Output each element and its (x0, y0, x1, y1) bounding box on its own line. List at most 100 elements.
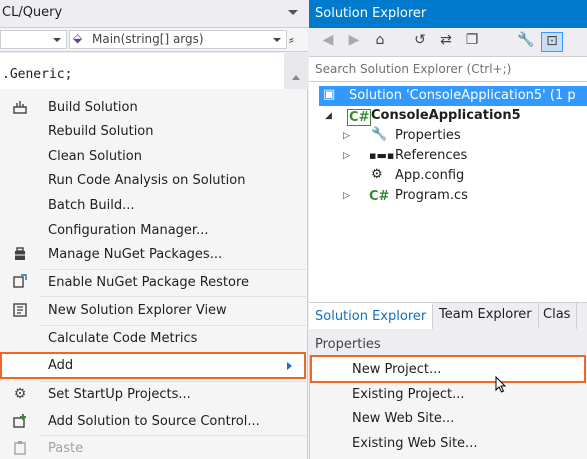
navigation-bar: ⬙ Main(string[] args) ⸗ (0, 28, 308, 52)
menu-item-batch-build[interactable]: Batch Build... (0, 194, 306, 218)
menu-separator (40, 325, 306, 326)
menu-item-label: Enable NuGet Package Restore (48, 275, 250, 290)
solution-context-menu: Build Solution Rebuild Solution Clean So… (0, 89, 308, 459)
menu-item-label: Set StartUp Projects... (48, 387, 191, 402)
new-view-icon (10, 302, 30, 320)
menu-item-label: Add Solution to Source Control... (48, 414, 260, 429)
tree-node-label: ConsoleApplication5 (371, 108, 521, 123)
menu-item-manage-nuget[interactable]: Manage NuGet Packages... (0, 243, 306, 267)
submenu-arrow-icon (287, 362, 292, 370)
references-icon: ▪▬▪ (369, 149, 395, 162)
code-editor[interactable]: .Generic; (0, 53, 308, 89)
wrench-icon: 🔧 (371, 127, 388, 142)
forward-icon[interactable]: ▶ (343, 32, 365, 52)
menu-item-label: Batch Build... (48, 198, 135, 213)
member-dropdown[interactable]: ⬙ Main(string[] args) (69, 30, 287, 49)
collapse-all-icon[interactable]: ❐ (461, 32, 483, 52)
tree-node-solution[interactable]: ▣ Solution 'ConsoleApplication5' (1 p (319, 86, 587, 106)
method-icon: ⬙ (73, 31, 83, 45)
tree-node-app-config[interactable]: ⚙ App.config (309, 166, 587, 186)
submenu-item-label: New Web Site... (352, 411, 455, 426)
editor-tab-title[interactable]: CL/Query (2, 5, 62, 20)
scroll-up-icon[interactable] (292, 75, 300, 80)
tree-node-references[interactable]: ▷ ▪▬▪ References (309, 146, 587, 166)
split-editor-icon[interactable]: ⸗ (289, 31, 294, 48)
properties-icon[interactable]: 🔧 (515, 32, 537, 52)
menu-item-add-source-control[interactable]: Add Solution to Source Control... (0, 410, 306, 434)
menu-item-configuration-manager[interactable]: Configuration Manager... (0, 219, 306, 243)
menu-item-label: Clean Solution (48, 149, 142, 164)
add-submenu: New Project... Existing Project... New W… (309, 355, 587, 459)
menu-item-paste[interactable]: Paste (0, 437, 306, 459)
tree-node-label: References (395, 148, 468, 163)
chevron-down-icon (273, 38, 281, 42)
menu-separator (40, 296, 306, 297)
expand-arrow-icon[interactable]: ▷ (343, 151, 350, 161)
menu-item-label: Build Solution (48, 100, 138, 115)
menu-item-rebuild-solution[interactable]: Rebuild Solution (0, 120, 306, 144)
menu-item-add[interactable]: Add (0, 352, 306, 379)
menu-item-label: Paste (48, 441, 84, 456)
submenu-item-label: Existing Project... (352, 387, 465, 402)
menu-item-enable-nuget-restore[interactable]: Enable NuGet Package Restore (0, 271, 306, 295)
back-icon[interactable]: ◀ (317, 32, 339, 52)
tree-node-label: Solution 'ConsoleApplication5' (1 p (349, 88, 576, 103)
solution-tree: ▣ Solution 'ConsoleApplication5' (1 p ◢ … (309, 82, 587, 302)
tree-node-program-cs[interactable]: ▷ C# Program.cs (309, 186, 587, 206)
editor-tab-strip: CL/Query (0, 0, 308, 28)
solution-explorer-search-input[interactable]: Search Solution Explorer (Ctrl+;) (309, 56, 587, 82)
menu-item-calculate-code-metrics[interactable]: Calculate Code Metrics (0, 327, 306, 351)
menu-item-label: New Solution Explorer View (48, 303, 227, 318)
search-placeholder: Search Solution Explorer (Ctrl+;) (315, 62, 512, 76)
tab-class-view[interactable]: Clas (537, 303, 578, 329)
home-icon[interactable]: ⌂ (369, 32, 391, 52)
menu-separator (40, 269, 306, 270)
menu-item-clean-solution[interactable]: Clean Solution (0, 145, 306, 169)
explorer-tab-strip: Solution Explorer Team Explorer Clas (309, 302, 587, 329)
panel-title: Properties (315, 337, 381, 352)
vertical-scrollbar[interactable] (284, 53, 308, 89)
collapse-arrow-icon[interactable]: ◢ (325, 111, 332, 121)
submenu-item-new-project[interactable]: New Project... (310, 355, 586, 383)
menu-item-build-solution[interactable]: Build Solution (0, 96, 306, 120)
expand-arrow-icon[interactable]: ▷ (343, 191, 350, 201)
menu-item-set-startup-projects[interactable]: ⚙ Set StartUp Projects... (0, 383, 306, 407)
sync-icon[interactable]: ⇄ (435, 32, 457, 52)
solution-explorer-title-bar: Solution Explorer (309, 0, 587, 28)
config-file-icon: ⚙ (371, 167, 383, 182)
csharp-project-icon: C# (347, 109, 372, 126)
member-dropdown-value: Main(string[] args) (92, 32, 204, 46)
tab-team-explorer[interactable]: Team Explorer (433, 303, 539, 329)
tree-node-project[interactable]: ◢ C# ConsoleApplication5 (309, 106, 587, 126)
tree-node-properties[interactable]: ▷ 🔧 Properties (309, 126, 587, 146)
solution-icon: ▣ (323, 87, 336, 102)
type-dropdown[interactable] (0, 30, 67, 49)
menu-separator (40, 435, 306, 436)
show-all-files-icon[interactable]: ⊡ (541, 32, 563, 52)
menu-item-label: Run Code Analysis on Solution (48, 173, 246, 188)
csharp-file-icon: C# (369, 189, 390, 204)
panel-title: Solution Explorer (315, 6, 427, 21)
build-icon (10, 99, 30, 117)
solution-explorer-toolbar: ◀ ▶ ⌂ ↺ ⇄ ❐ 🔧 ⊡ (309, 28, 587, 56)
menu-separator (40, 381, 306, 382)
tab-solution-explorer[interactable]: Solution Explorer (309, 303, 434, 329)
gear-icon: ⚙ (13, 386, 27, 402)
submenu-item-existing-web-site[interactable]: Existing Web Site... (310, 432, 586, 456)
tree-node-label: Program.cs (395, 188, 468, 203)
menu-item-label: Manage NuGet Packages... (48, 247, 223, 262)
nuget-icon (10, 246, 30, 264)
menu-item-run-code-analysis[interactable]: Run Code Analysis on Solution (0, 169, 306, 193)
submenu-item-new-web-site[interactable]: New Web Site... (310, 407, 586, 431)
history-icon[interactable]: ↺ (409, 32, 431, 52)
expand-arrow-icon[interactable]: ▷ (343, 131, 350, 141)
tab-dropdown-icon[interactable] (288, 10, 298, 15)
menu-item-label: Configuration Manager... (48, 223, 209, 238)
menu-item-label: Add (48, 358, 74, 373)
code-line: .Generic; (2, 67, 73, 82)
submenu-item-label: New Project... (352, 362, 442, 377)
menu-item-new-solution-explorer-view[interactable]: New Solution Explorer View (0, 299, 306, 323)
chevron-down-icon (53, 38, 61, 42)
submenu-item-existing-project[interactable]: Existing Project... (310, 383, 586, 407)
menu-item-label: Rebuild Solution (48, 124, 154, 139)
